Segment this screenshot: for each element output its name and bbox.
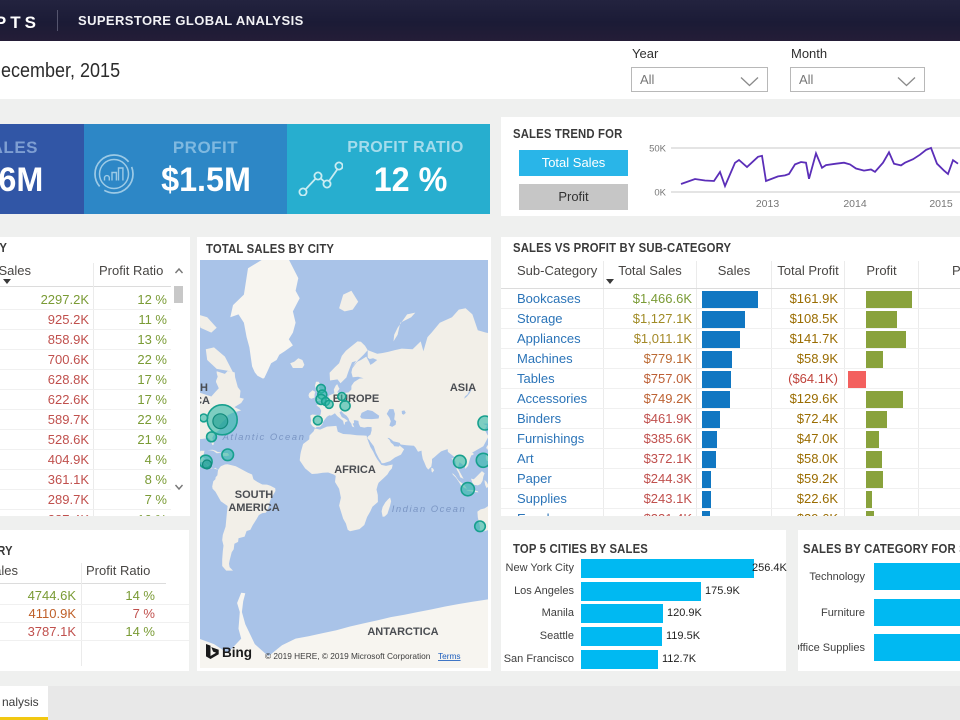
- svg-text:Bing: Bing: [222, 645, 252, 660]
- svg-text:NORTH: NORTH: [200, 382, 208, 394]
- svg-text:© 2019 HERE, © 2019 Microsoft: © 2019 HERE, © 2019 Microsoft Corporatio…: [265, 651, 431, 661]
- svg-text:Terms: Terms: [438, 651, 461, 661]
- svg-text:Atlantic Ocean: Atlantic Ocean: [222, 432, 306, 443]
- svg-text:SOUTH: SOUTH: [235, 489, 274, 501]
- svg-text:2015: 2015: [929, 198, 953, 210]
- svg-text:2013: 2013: [756, 198, 780, 210]
- svg-text:AMERICA: AMERICA: [228, 502, 279, 514]
- svg-text:AFRICA: AFRICA: [334, 464, 376, 476]
- svg-text:ASIA: ASIA: [450, 382, 476, 394]
- svg-text:ANTARCTICA: ANTARCTICA: [367, 626, 438, 638]
- svg-text:2014: 2014: [843, 198, 867, 210]
- svg-text:0K: 0K: [654, 188, 666, 199]
- svg-text:AMERICA: AMERICA: [200, 395, 210, 407]
- svg-text:Indian Ocean: Indian Ocean: [392, 504, 467, 515]
- svg-text:50K: 50K: [649, 144, 667, 155]
